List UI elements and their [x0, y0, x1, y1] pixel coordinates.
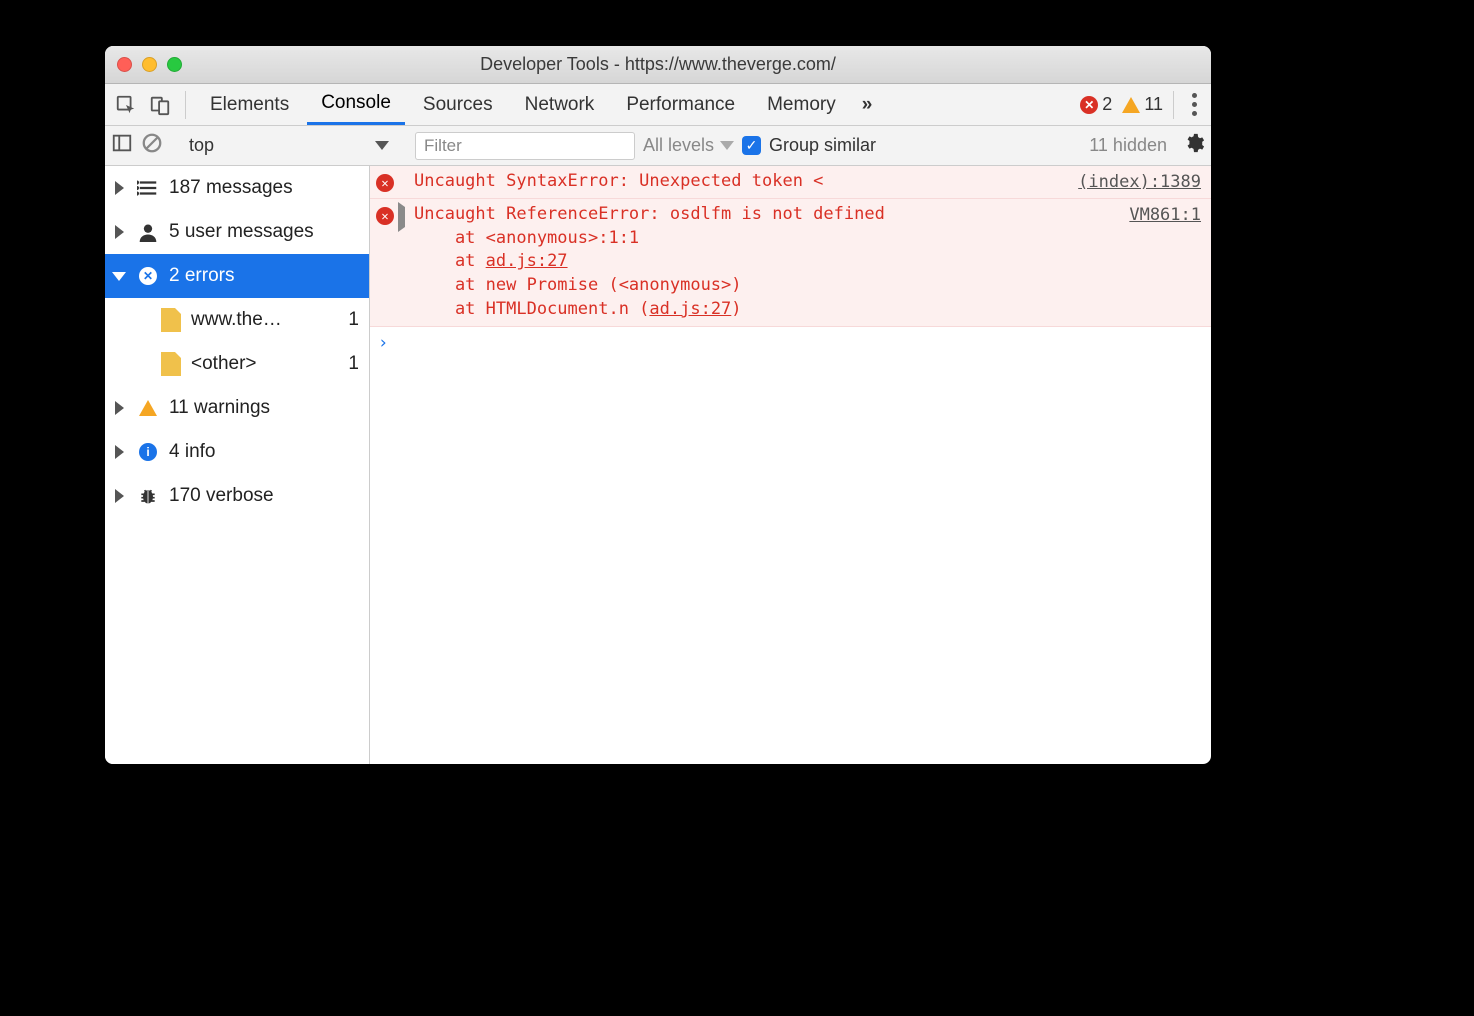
tab-memory[interactable]: Memory — [753, 84, 850, 125]
separator — [1173, 91, 1174, 119]
error-icon: ✕ — [137, 267, 159, 285]
source-link[interactable]: ad.js:27 — [649, 299, 731, 319]
error-icon: ✕ — [376, 207, 394, 225]
window-title: Developer Tools - https://www.theverge.c… — [105, 54, 1211, 75]
expand-icon — [115, 401, 124, 415]
filter-input[interactable] — [415, 132, 635, 160]
chevron-down-icon — [720, 141, 734, 150]
sidebar-item-verbose[interactable]: 170 verbose — [105, 474, 369, 518]
console-prompt[interactable]: › — [370, 327, 1211, 359]
sidebar-item-label: 11 warnings — [169, 397, 270, 419]
levels-label: All levels — [643, 135, 714, 156]
message-text: Uncaught ReferenceError: osdlfm is not d… — [414, 203, 1121, 322]
file-icon — [161, 308, 181, 332]
tab-performance[interactable]: Performance — [612, 84, 749, 125]
group-similar-checkbox[interactable]: ✓ — [742, 136, 761, 155]
console-body: 187 messages 5 user messages ✕ 2 errors … — [105, 166, 1211, 764]
expand-icon — [115, 225, 124, 239]
list-icon — [137, 179, 159, 197]
console-error-message[interactable]: ✕ Uncaught SyntaxError: Unexpected token… — [370, 166, 1211, 199]
message-source-link[interactable]: VM861:1 — [1121, 203, 1201, 322]
error-icon: ✕ — [376, 174, 394, 192]
sidebar-item-label: 4 info — [169, 441, 215, 463]
console-sidebar: 187 messages 5 user messages ✕ 2 errors … — [105, 166, 370, 764]
device-toolbar-icon[interactable] — [145, 90, 175, 120]
message-source-link[interactable]: (index):1389 — [1070, 170, 1201, 194]
sidebar-item-label: 5 user messages — [169, 221, 314, 243]
collapse-icon — [112, 272, 126, 281]
titlebar: Developer Tools - https://www.theverge.c… — [105, 46, 1211, 84]
more-menu-button[interactable] — [1184, 93, 1205, 116]
traffic-lights — [117, 57, 182, 72]
sidebar-subitem-error-source[interactable]: www.the… 1 — [105, 298, 369, 342]
sidebar-item-label: 170 verbose — [169, 485, 274, 507]
sidebar-subitem-count: 1 — [348, 353, 359, 375]
group-similar-label: Group similar — [769, 135, 876, 156]
devtools-window: Developer Tools - https://www.theverge.c… — [105, 46, 1211, 764]
close-window-button[interactable] — [117, 57, 132, 72]
expand-icon — [115, 445, 124, 459]
tab-network[interactable]: Network — [511, 84, 609, 125]
sidebar-item-errors[interactable]: ✕ 2 errors — [105, 254, 369, 298]
toggle-sidebar-icon[interactable] — [111, 132, 133, 159]
sidebar-subitem-error-source[interactable]: <other> 1 — [105, 342, 369, 386]
tab-sources[interactable]: Sources — [409, 84, 507, 125]
warning-icon — [137, 400, 159, 416]
console-toolbar: top All levels ✓ Group similar 11 hidden — [105, 126, 1211, 166]
user-icon — [137, 222, 159, 242]
sidebar-subitem-label: www.the… — [191, 309, 338, 331]
sidebar-item-label: 187 messages — [169, 177, 293, 199]
message-text: Uncaught SyntaxError: Unexpected token < — [414, 170, 1070, 194]
hidden-count[interactable]: 11 hidden — [1089, 135, 1167, 156]
sidebar-item-label: 2 errors — [169, 265, 234, 287]
error-count-badge[interactable]: ✕ 2 — [1080, 94, 1112, 115]
tab-elements[interactable]: Elements — [196, 84, 303, 125]
tabs-overflow-button[interactable]: » — [854, 84, 881, 125]
error-icon: ✕ — [1080, 96, 1098, 114]
error-count: 2 — [1102, 94, 1112, 115]
clear-console-icon[interactable] — [141, 132, 163, 159]
zoom-window-button[interactable] — [167, 57, 182, 72]
sidebar-subitem-label: <other> — [191, 353, 338, 375]
devtools-tabs: Elements Console Sources Network Perform… — [105, 84, 1211, 126]
sidebar-item-warnings[interactable]: 11 warnings — [105, 386, 369, 430]
expand-icon[interactable] — [398, 202, 405, 232]
sidebar-subitem-count: 1 — [348, 309, 359, 331]
sidebar-item-messages[interactable]: 187 messages — [105, 166, 369, 210]
warning-count-badge[interactable]: 11 — [1122, 94, 1163, 115]
inspect-element-icon[interactable] — [111, 90, 141, 120]
info-icon: i — [137, 443, 159, 461]
minimize-window-button[interactable] — [142, 57, 157, 72]
tab-console[interactable]: Console — [307, 84, 405, 125]
sidebar-item-user-messages[interactable]: 5 user messages — [105, 210, 369, 254]
chevron-down-icon — [375, 141, 389, 150]
source-link[interactable]: ad.js:27 — [486, 251, 568, 271]
separator — [185, 91, 186, 119]
expand-icon — [115, 181, 124, 195]
context-selector[interactable]: top — [179, 131, 399, 161]
debug-icon — [137, 486, 159, 506]
warning-icon — [1122, 97, 1140, 113]
expand-icon — [115, 489, 124, 503]
sidebar-item-info[interactable]: i 4 info — [105, 430, 369, 474]
levels-selector[interactable]: All levels — [643, 135, 734, 156]
settings-gear-icon[interactable] — [1183, 132, 1205, 159]
console-error-message[interactable]: ✕ Uncaught ReferenceError: osdlfm is not… — [370, 199, 1211, 327]
file-icon — [161, 352, 181, 376]
warning-count: 11 — [1144, 94, 1163, 115]
console-messages: ✕ Uncaught SyntaxError: Unexpected token… — [370, 166, 1211, 764]
context-value: top — [189, 135, 214, 156]
